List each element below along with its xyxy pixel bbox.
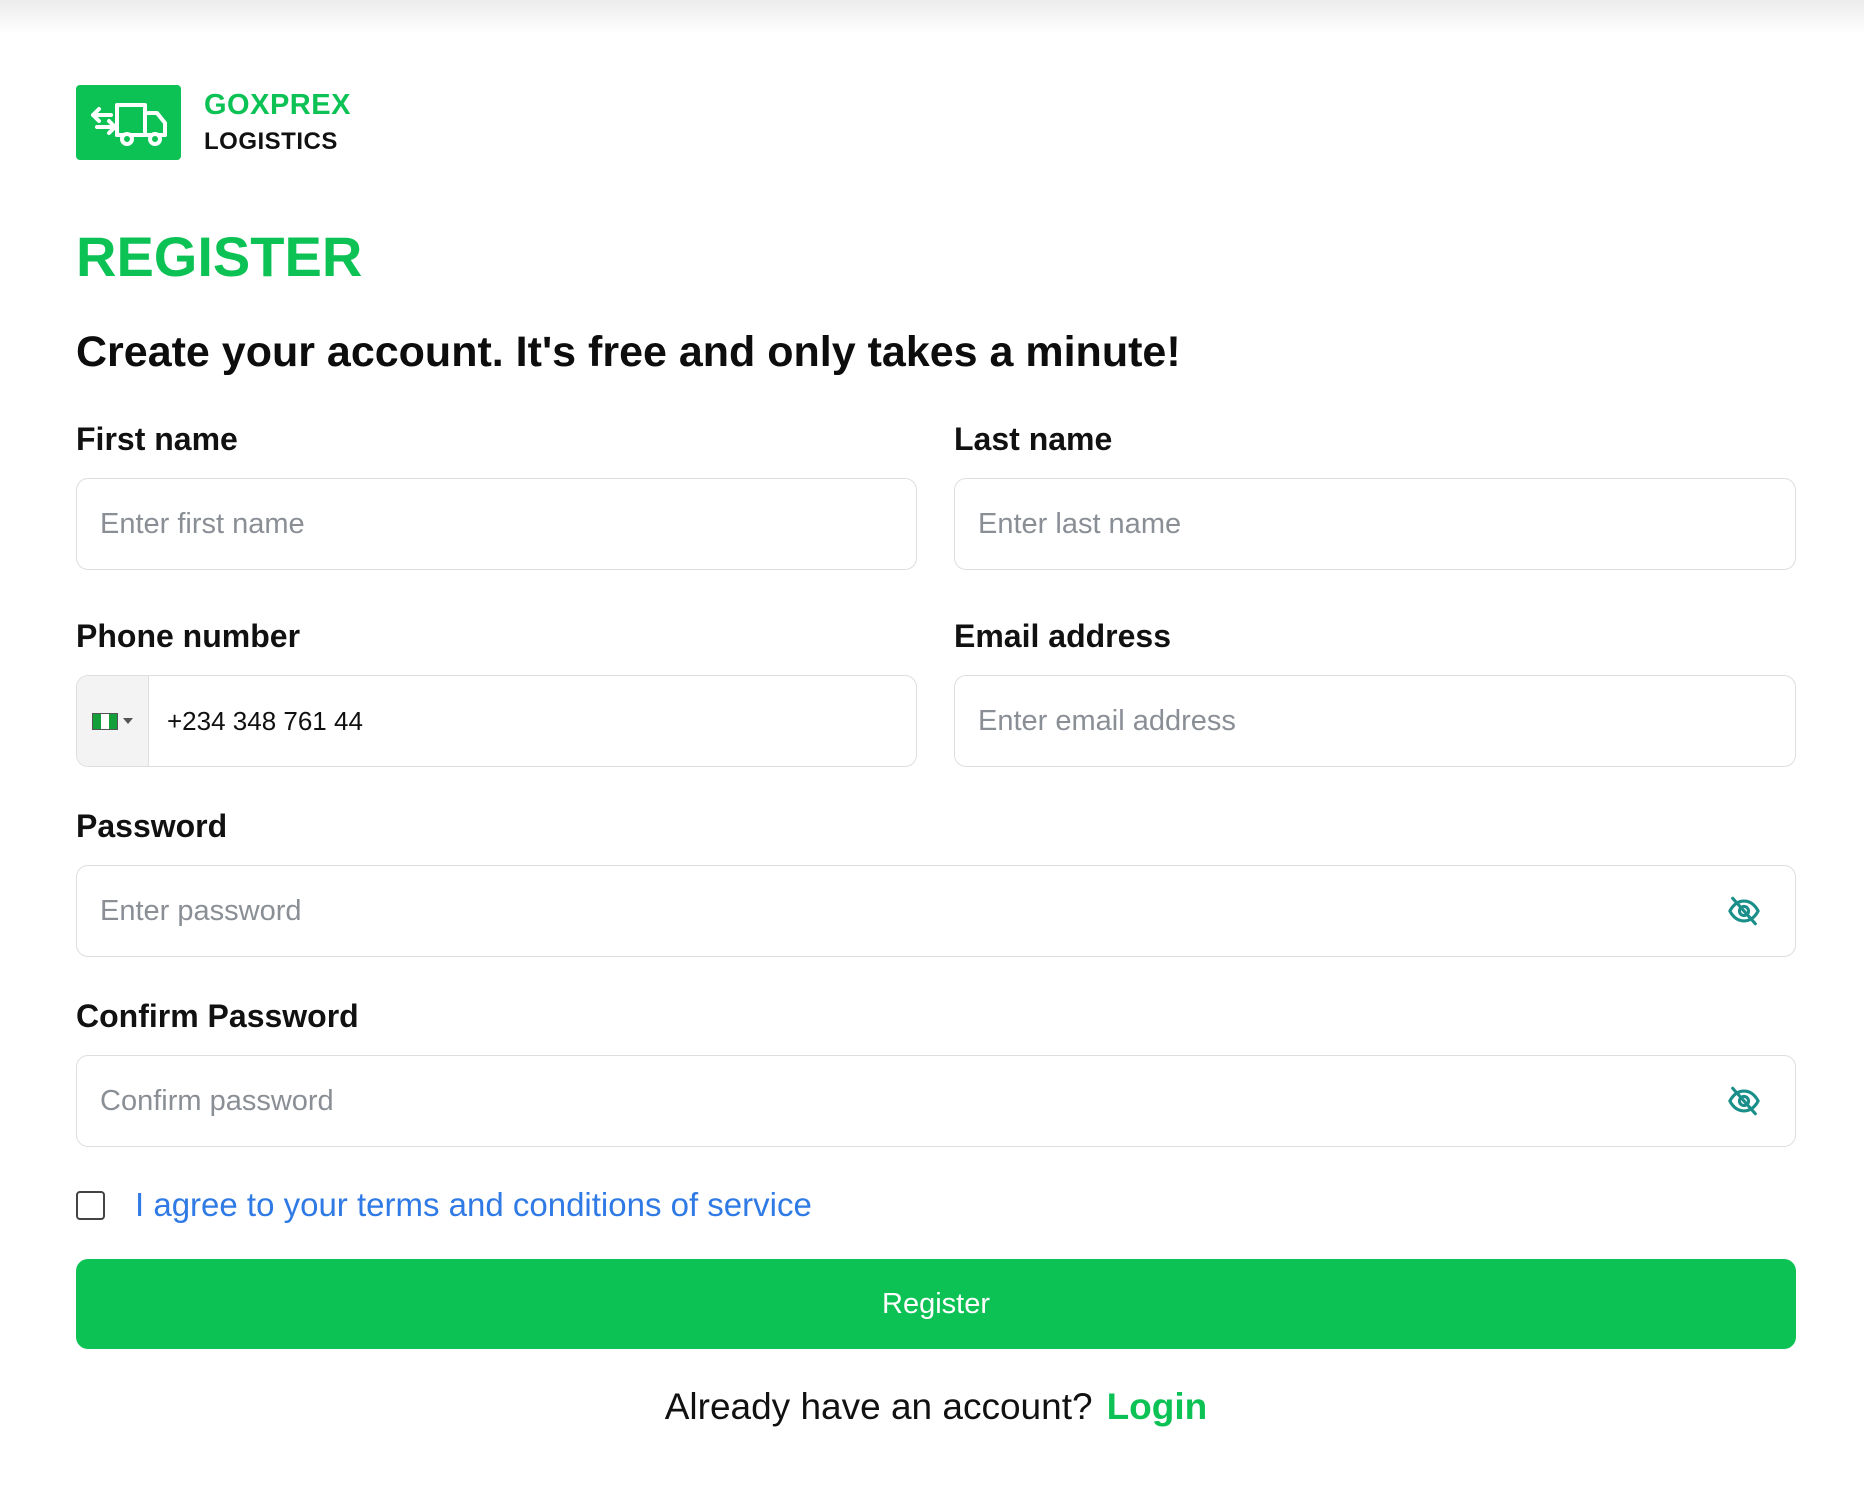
terms-link[interactable]: I agree to your terms and conditions of … (135, 1185, 812, 1225)
last-name-input[interactable] (955, 479, 1795, 569)
last-name-field: Last name (954, 419, 1796, 570)
login-link[interactable]: Login (1107, 1386, 1208, 1427)
confirm-password-field: Confirm Password (76, 996, 1796, 1147)
truck-icon (76, 85, 181, 160)
page-subtitle: Create your account. It's free and only … (76, 328, 1181, 376)
top-shadow (0, 0, 1864, 34)
first-name-field: First name (76, 419, 917, 570)
first-name-label: First name (76, 421, 238, 457)
chevron-down-icon (123, 718, 133, 724)
login-row: Already have an account? Login (76, 1382, 1796, 1432)
first-name-input[interactable] (77, 479, 916, 569)
login-prompt: Already have an account? (664, 1386, 1093, 1427)
password-label: Password (76, 808, 228, 844)
phone-box: +234 348 761 44 (76, 675, 917, 767)
email-label: Email address (954, 618, 1171, 654)
terms-checkbox[interactable] (76, 1190, 105, 1220)
nigeria-flag-icon (92, 712, 118, 730)
email-input[interactable] (955, 676, 1795, 766)
password-field: Password (76, 806, 1796, 957)
brand-name: GOXPREX (204, 89, 351, 121)
country-selector[interactable] (77, 676, 149, 766)
last-name-box (954, 478, 1796, 570)
page-title: REGISTER (76, 225, 363, 288)
terms-row: I agree to your terms and conditions of … (76, 1185, 812, 1225)
confirm-password-box (76, 1055, 1796, 1147)
phone-input[interactable]: +234 348 761 44 (149, 706, 363, 737)
register-button[interactable]: Register (76, 1259, 1796, 1349)
phone-field: Phone number +234 348 761 44 (76, 616, 917, 767)
confirm-password-label: Confirm Password (76, 998, 359, 1034)
password-box (76, 865, 1796, 957)
email-field: Email address (954, 616, 1796, 767)
eye-slash-icon[interactable] (1727, 1084, 1761, 1118)
phone-label: Phone number (76, 618, 301, 654)
last-name-label: Last name (954, 421, 1113, 457)
confirm-password-input[interactable] (77, 1056, 1795, 1146)
brand-logo[interactable]: GOXPREX LOGISTICS (76, 85, 351, 160)
password-input[interactable] (77, 866, 1795, 956)
first-name-box (76, 478, 917, 570)
brand-subtitle: LOGISTICS (204, 128, 338, 155)
eye-slash-icon[interactable] (1727, 894, 1761, 928)
email-box (954, 675, 1796, 767)
